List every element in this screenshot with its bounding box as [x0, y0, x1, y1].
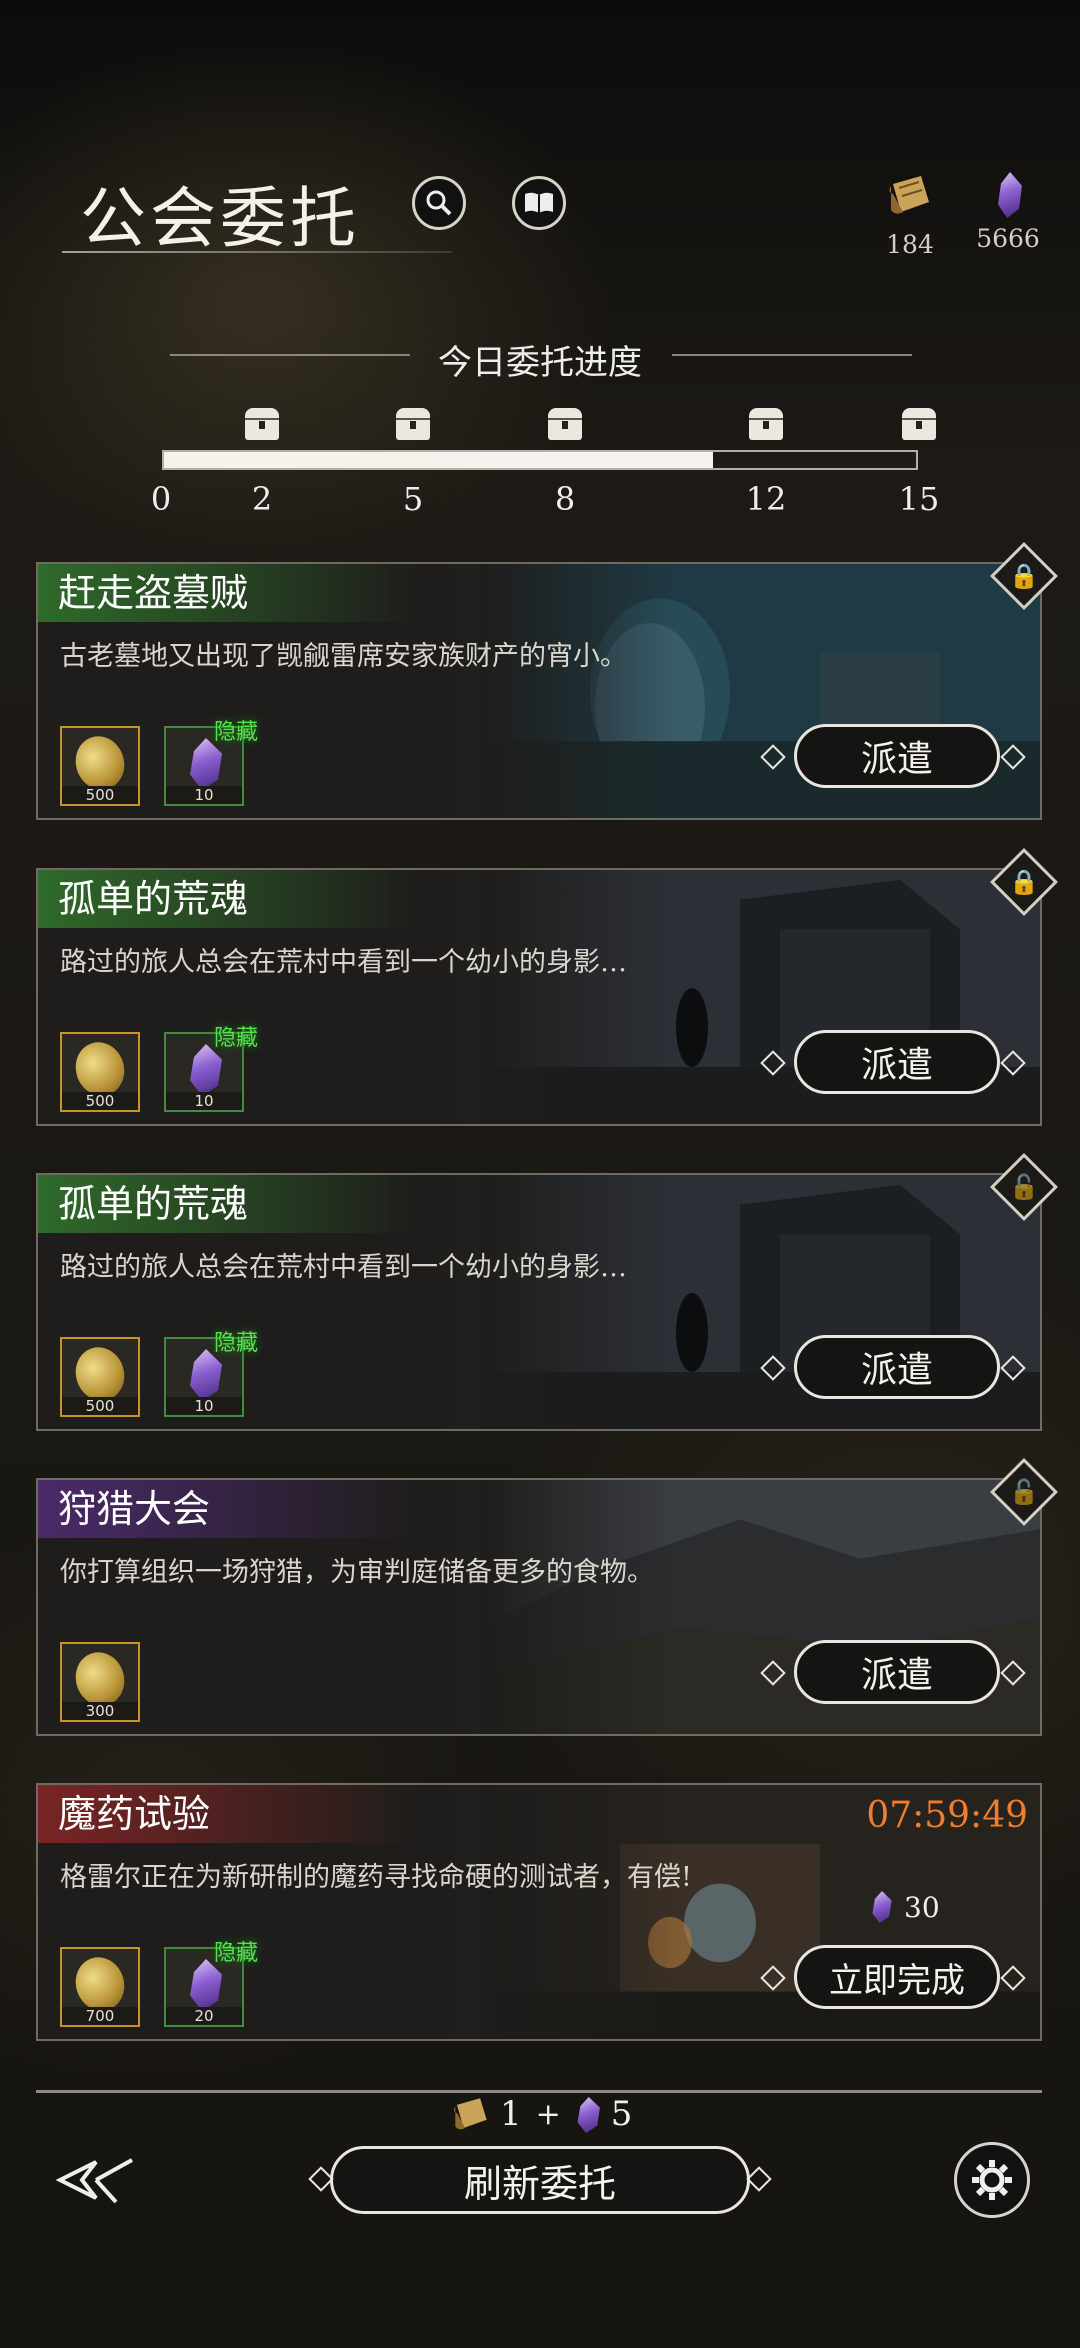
dispatch-button[interactable]: 派遣	[794, 1030, 1000, 1094]
quest-title: 孤单的荒魂	[38, 1175, 418, 1233]
quest-title: 孤单的荒魂	[38, 870, 418, 928]
back-icon[interactable]	[55, 2150, 136, 2214]
crystal-icon	[983, 172, 1033, 218]
chest-icon[interactable]	[902, 408, 936, 440]
search-icon[interactable]	[412, 176, 466, 230]
progress-bar	[162, 450, 918, 470]
progress-fill	[164, 452, 713, 468]
instant-complete-button[interactable]: 立即完成	[794, 1945, 1000, 2009]
quest-description: 路过的旅人总会在荒村中看到一个幼小的身影…	[60, 1252, 627, 1283]
crystal-icon	[870, 1891, 898, 1925]
hidden-tag: 隐藏	[214, 720, 259, 745]
page-title: 公会委托	[80, 180, 360, 257]
book-icon[interactable]	[512, 176, 566, 230]
quest-title: 赶走盗墓贼	[38, 564, 418, 622]
quest-title: 魔药试验	[38, 1785, 418, 1843]
progress-label: 今日委托进度	[438, 343, 642, 383]
quest-description: 古老墓地又出现了觊觎雷席安家族财产的宵小。	[60, 641, 627, 672]
crystal-resource: 5666	[968, 172, 1048, 253]
chest-icon[interactable]	[396, 408, 430, 440]
gold-reward: 300	[60, 1642, 140, 1722]
title-underline	[62, 251, 452, 253]
scroll-resource: 184	[870, 172, 950, 259]
quest-description: 你打算组织一场狩猎，为审判庭储备更多的食物。	[60, 1557, 654, 1588]
gold-reward: 500	[60, 726, 140, 806]
progress-tick: 8	[554, 480, 576, 518]
scroll-icon	[453, 2098, 487, 2130]
gold-reward: 500	[60, 1337, 140, 1417]
progress-tick: 0	[150, 480, 172, 518]
progress-tick: 5	[402, 480, 424, 518]
chest-icon[interactable]	[749, 408, 783, 440]
chest-icon[interactable]	[245, 408, 279, 440]
progress-tick: 15	[898, 480, 940, 518]
dispatch-button[interactable]: 派遣	[794, 1640, 1000, 1704]
hidden-tag: 隐藏	[214, 1331, 259, 1356]
hidden-tag: 隐藏	[214, 1026, 259, 1051]
scroll-icon	[870, 172, 950, 224]
hidden-tag: 隐藏	[214, 1941, 259, 1966]
quest-card: 孤单的荒魂 路过的旅人总会在荒村中看到一个幼小的身影… 500 10 隐藏 派遣	[36, 1173, 1042, 1431]
progress-tick: 12	[745, 480, 787, 518]
dispatch-button[interactable]: 派遣	[794, 724, 1000, 788]
instant-complete-cost: 30	[904, 1891, 940, 1924]
dispatch-button[interactable]: 派遣	[794, 1335, 1000, 1399]
quest-card: 赶走盗墓贼 古老墓地又出现了觊觎雷席安家族财产的宵小。 500 10 隐藏 派遣	[36, 562, 1042, 820]
quest-description: 格雷尔正在为新研制的魔药寻找命硬的测试者，有偿!	[60, 1862, 692, 1893]
refresh-button[interactable]: 刷新委托	[330, 2146, 750, 2214]
settings-icon[interactable]	[954, 2142, 1030, 2218]
progress-tick: 2	[251, 480, 273, 518]
countdown-timer: 07:59:49	[866, 1795, 1028, 1836]
quest-card: 狩猎大会 你打算组织一场狩猎，为审判庭储备更多的食物。 300 派遣	[36, 1478, 1042, 1736]
quest-description: 路过的旅人总会在荒村中看到一个幼小的身影…	[60, 947, 627, 978]
gold-reward: 700	[60, 1947, 140, 2027]
gold-reward: 500	[60, 1032, 140, 1112]
bottom-divider	[36, 2090, 1042, 2093]
quest-title: 狩猎大会	[38, 1480, 418, 1538]
crystal-icon	[575, 2095, 603, 2133]
refresh-cost: 1 + 5	[450, 2094, 632, 2134]
quest-card: 孤单的荒魂 路过的旅人总会在荒村中看到一个幼小的身影… 500 10 隐藏 派遣	[36, 868, 1042, 1126]
quest-card: 魔药试验 07:59:49 格雷尔正在为新研制的魔药寻找命硬的测试者，有偿! 7…	[36, 1783, 1042, 2041]
chest-icon[interactable]	[548, 408, 582, 440]
